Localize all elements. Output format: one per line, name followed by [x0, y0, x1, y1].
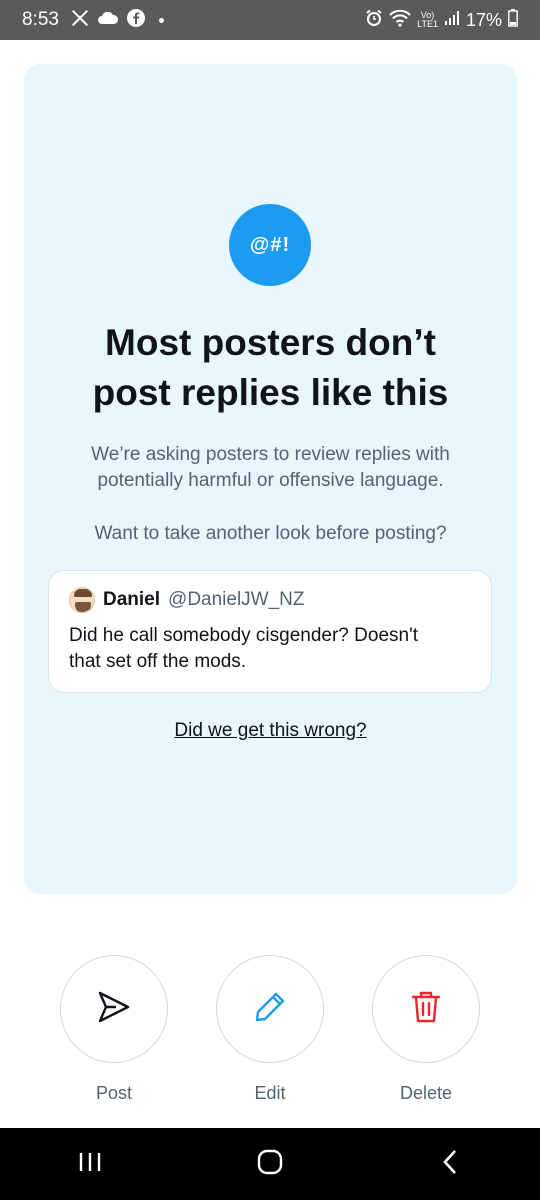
- post-button[interactable]: [60, 955, 168, 1063]
- delete-label: Delete: [399, 1083, 453, 1103]
- recent-apps-icon: [78, 1151, 102, 1178]
- author-handle: @DanielJW_NZ: [168, 589, 305, 610]
- send-icon: [96, 989, 132, 1030]
- status-left: 8:53: [22, 8, 164, 32]
- delete-button[interactable]: [372, 955, 480, 1063]
- author-name: Daniel: [103, 589, 161, 610]
- status-right: Vo) LTE1 17%: [365, 8, 518, 32]
- description: We’re asking posters to review replies w…: [54, 442, 487, 494]
- volte-indicator: Vo) LTE1: [417, 11, 438, 29]
- edit-button[interactable]: [216, 955, 324, 1063]
- recent-apps-button[interactable]: [60, 1144, 120, 1184]
- status-bar: 8:53 Vo) LTE1 17%: [0, 0, 540, 40]
- back-icon: [441, 1149, 459, 1180]
- wifi-icon: [389, 9, 411, 32]
- reply-preview: Daniel @DanielJW_NZ Did he call somebody…: [48, 570, 492, 693]
- description-line-1: We’re asking posters to review replies w…: [91, 444, 450, 465]
- description-line-2: potentially harmful or offensive languag…: [97, 470, 444, 491]
- home-button[interactable]: [240, 1144, 300, 1184]
- review-question: Want to take another look before posting…: [94, 523, 447, 544]
- x-logo-icon: [71, 9, 89, 32]
- alarm-icon: [365, 9, 383, 32]
- dot-icon: [158, 17, 164, 23]
- headline-line-2: post replies like this: [92, 372, 449, 413]
- battery-level: 17%: [465, 9, 502, 30]
- feedback-link[interactable]: Did we get this wrong?: [24, 720, 517, 742]
- post-label: Post: [95, 1083, 133, 1103]
- reply-text-line-2: that set off the mods.: [69, 651, 247, 672]
- status-time: 8:53: [22, 9, 59, 30]
- back-button[interactable]: [420, 1144, 480, 1184]
- edit-label: Edit: [254, 1083, 286, 1103]
- battery-icon: [508, 8, 518, 32]
- offensive-language-badge: @#!: [229, 204, 311, 286]
- headline-line-1: Most posters don’t: [105, 322, 436, 363]
- volte-bottom-text: LTE1: [417, 19, 438, 29]
- tweet-header: Daniel @DanielJW_NZ: [69, 587, 471, 613]
- facebook-icon: [126, 8, 145, 32]
- cloud-icon: [97, 10, 119, 31]
- avatar: [69, 587, 95, 613]
- page-title: Most posters don’t post replies like thi…: [24, 318, 517, 418]
- reply-text-line-1: Did he call somebody cisgender? Doesn't: [69, 625, 418, 646]
- home-icon: [257, 1149, 283, 1180]
- system-navigation-bar: [0, 1128, 540, 1200]
- trash-icon: [409, 989, 443, 1030]
- warning-card: @#! Most posters don’t post replies like…: [24, 64, 517, 894]
- pencil-icon: [252, 989, 288, 1030]
- reply-text: Did he call somebody cisgender? Doesn't …: [69, 623, 471, 675]
- signal-icon: [444, 10, 460, 31]
